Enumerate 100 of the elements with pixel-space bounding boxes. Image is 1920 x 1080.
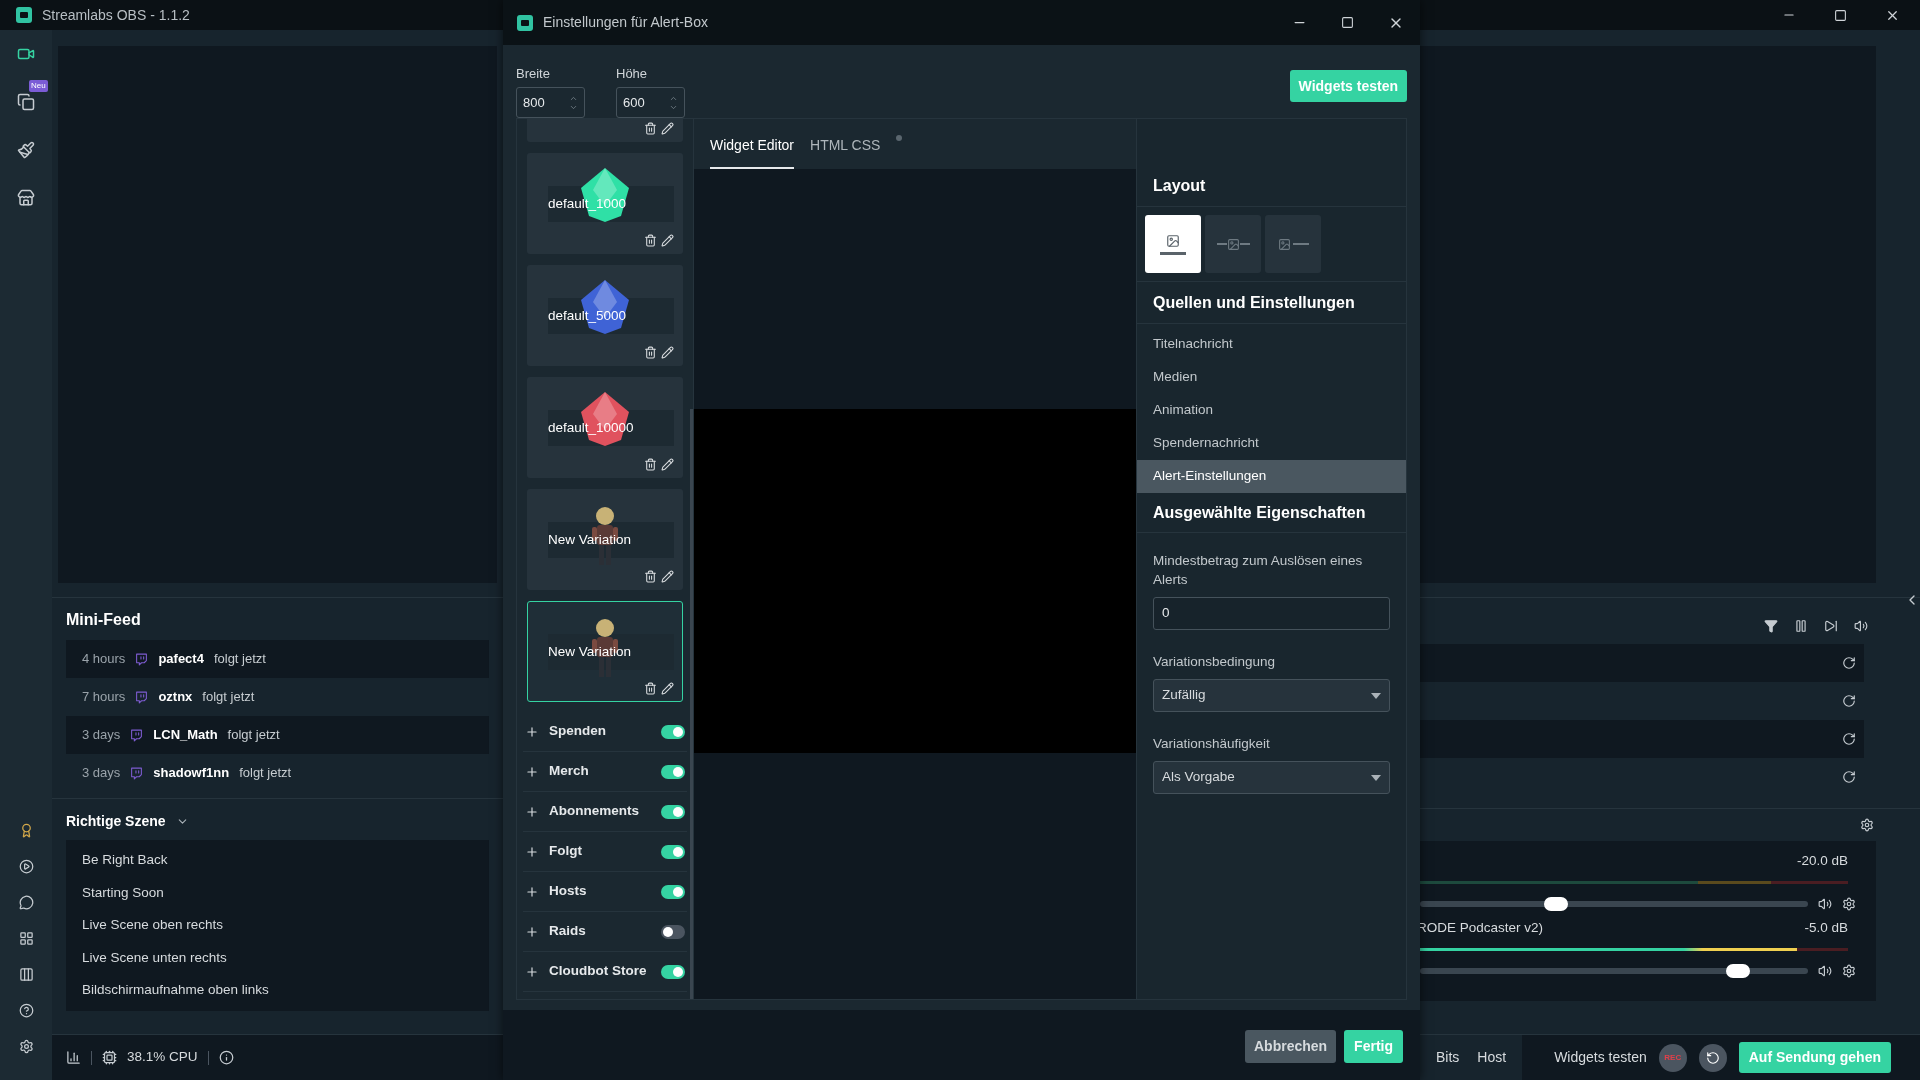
number-field[interactable]: 600 (616, 87, 685, 118)
field-label: Variationshäufigkeit (1153, 735, 1271, 753)
grid-icon[interactable] (18, 930, 34, 946)
settings-item[interactable]: Medien (1137, 361, 1406, 394)
chat-icon[interactable] (18, 894, 34, 910)
scene-item[interactable]: Starting Soon (66, 876, 489, 909)
section-title[interactable]: Richtige Szene (66, 811, 166, 832)
category-row[interactable]: Spenden (523, 712, 687, 752)
repeat-icon[interactable] (1842, 732, 1856, 746)
category-row[interactable]: Folgt (523, 832, 687, 872)
stream-tab[interactable]: Bits (1428, 1042, 1468, 1073)
editor-tab[interactable]: HTML CSS (810, 119, 881, 169)
expand-icon[interactable] (525, 804, 539, 819)
number-field[interactable]: 800 (516, 87, 585, 118)
repeat-icon[interactable] (1842, 770, 1856, 784)
username: pafect4 (158, 650, 204, 669)
expand-icon[interactable] (525, 724, 539, 739)
settings-icon[interactable] (1860, 818, 1874, 832)
category-row[interactable]: Raids (523, 912, 687, 952)
copy-icon[interactable] (17, 93, 35, 111)
variation-name: default_1000 (548, 195, 627, 213)
field-label: Variationsbedingung (1153, 653, 1277, 671)
settings-icon[interactable] (1842, 964, 1856, 978)
skip-icon[interactable] (1824, 619, 1838, 633)
slider-thumb[interactable] (1726, 964, 1751, 978)
volume-icon[interactable] (1854, 619, 1868, 633)
toggle-switch[interactable] (661, 924, 685, 939)
category-row[interactable]: Abonnements (523, 792, 687, 832)
category-row[interactable]: Hosts (523, 872, 687, 912)
scene-item[interactable]: Live Scene oben rechts (66, 909, 489, 942)
stats-icon[interactable] (66, 1050, 81, 1065)
scene-item[interactable]: Live Scene unten rechts (66, 941, 489, 974)
expand-icon[interactable] (525, 884, 539, 899)
maximize-icon[interactable] (1834, 8, 1847, 22)
settings-item[interactable]: Animation (1137, 394, 1406, 427)
category-row[interactable]: Cloudbot Store (523, 952, 687, 992)
info-icon[interactable] (218, 1050, 234, 1065)
repeat-icon[interactable] (1842, 694, 1856, 708)
stream-tab[interactable]: Host (1469, 1042, 1515, 1073)
expand-icon[interactable] (525, 924, 539, 939)
variation-card[interactable]: New Variation (527, 489, 683, 590)
amount-field[interactable]: 0 (1153, 597, 1390, 630)
window-title: Einstellungen für Alert-Box (543, 13, 708, 32)
variation-card[interactable]: default_5000 (527, 265, 683, 366)
settings-item[interactable]: Titelnachricht (1137, 328, 1406, 361)
scene-item[interactable]: Be Right Back (66, 844, 489, 877)
toggle-switch[interactable] (661, 804, 685, 819)
cancel-button[interactable]: Abbrechen (1245, 1030, 1337, 1063)
volume-icon[interactable] (1818, 897, 1832, 911)
variation-card[interactable]: default_1000 (527, 153, 683, 254)
toggle-switch[interactable] (661, 724, 685, 739)
pause-icon[interactable] (1794, 619, 1808, 633)
edit-icon[interactable] (661, 570, 674, 583)
edit-icon[interactable] (661, 346, 674, 359)
help-icon[interactable] (18, 1002, 34, 1018)
event-time: 7 hours (82, 688, 126, 707)
delete-icon[interactable] (644, 122, 657, 135)
field-label: Mindestbetrag zum Auslösen eines Alerts (1153, 552, 1364, 589)
test-widgets-link[interactable]: Widgets testen (1554, 1047, 1647, 1068)
volume-icon[interactable] (1818, 964, 1832, 978)
expand-icon[interactable] (525, 764, 539, 779)
columns-icon[interactable] (18, 966, 34, 982)
settings-icon[interactable] (1842, 897, 1856, 911)
brush-icon[interactable] (17, 141, 35, 159)
layout-option[interactable] (1145, 215, 1201, 273)
settings-item[interactable]: Alert-Einstellungen (1137, 460, 1406, 493)
layout-option[interactable] (1265, 215, 1321, 273)
maximize-icon[interactable] (1341, 16, 1354, 29)
dropdown[interactable]: Zufällig (1153, 679, 1390, 712)
toggle-switch[interactable] (661, 964, 685, 979)
toggle-switch[interactable] (661, 884, 685, 899)
repeat-icon[interactable] (1842, 656, 1856, 670)
layout-option[interactable] (1205, 215, 1261, 273)
scene-item[interactable]: Bildschirmaufnahme oben links (66, 974, 489, 1007)
filter-icon[interactable] (1764, 619, 1778, 633)
expand-icon[interactable] (525, 844, 539, 859)
category-row[interactable]: Merch (523, 752, 687, 792)
edit-icon[interactable] (661, 122, 674, 135)
volume-reading: -5.0 dB (1804, 918, 1848, 937)
delete-icon[interactable] (644, 458, 657, 471)
store-icon[interactable] (17, 189, 35, 207)
slider-thumb[interactable] (1543, 897, 1568, 911)
settings-item[interactable]: Spendernachricht (1137, 427, 1406, 460)
delete-icon[interactable] (644, 346, 657, 359)
delete-icon[interactable] (644, 570, 657, 583)
settings-icon[interactable] (18, 1038, 34, 1054)
variation-card[interactable]: New Variation (527, 601, 683, 702)
replay-button[interactable] (1698, 1043, 1727, 1072)
dropdown[interactable]: Als Vorgabe (1153, 761, 1390, 794)
delete-icon[interactable] (644, 234, 657, 247)
play-icon[interactable] (18, 858, 34, 874)
edit-icon[interactable] (661, 234, 674, 247)
expand-icon[interactable] (525, 964, 539, 979)
delete-icon[interactable] (644, 682, 657, 695)
replay-icon[interactable] (1705, 1050, 1720, 1065)
edit-icon[interactable] (661, 458, 674, 471)
caret-icon (1371, 692, 1381, 699)
toggle-switch[interactable] (661, 844, 685, 859)
toggle-switch[interactable] (661, 764, 685, 779)
edit-icon[interactable] (661, 682, 674, 695)
